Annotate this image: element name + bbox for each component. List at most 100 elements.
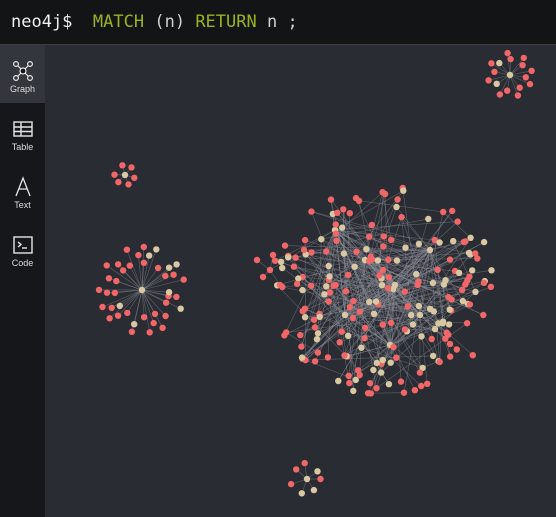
graph-node[interactable] bbox=[480, 311, 487, 319]
graph-node[interactable] bbox=[323, 248, 330, 255]
graph-node[interactable] bbox=[459, 286, 466, 294]
graph-node[interactable] bbox=[336, 339, 343, 346]
graph-node[interactable] bbox=[462, 238, 469, 245]
graph-node[interactable] bbox=[526, 80, 534, 88]
graph-node[interactable] bbox=[298, 354, 306, 361]
graph-node[interactable] bbox=[402, 244, 409, 251]
graph-node[interactable] bbox=[298, 343, 305, 350]
graph-node[interactable] bbox=[308, 208, 315, 215]
text-view-button[interactable]: Text bbox=[0, 161, 45, 219]
graph-node[interactable] bbox=[341, 311, 349, 319]
graph-node[interactable] bbox=[491, 68, 498, 75]
graph-node[interactable] bbox=[370, 310, 378, 317]
graph-node[interactable] bbox=[407, 311, 415, 319]
graph-node[interactable] bbox=[325, 298, 332, 305]
graph-node[interactable] bbox=[173, 293, 180, 301]
graph-node[interactable] bbox=[295, 275, 302, 282]
graph-node[interactable] bbox=[314, 349, 322, 356]
graph-node[interactable] bbox=[180, 276, 187, 283]
graph-node[interactable] bbox=[355, 367, 362, 374]
graph-node[interactable] bbox=[447, 353, 454, 360]
graph-node[interactable] bbox=[330, 282, 337, 289]
graph-node[interactable] bbox=[300, 246, 308, 254]
graph-node[interactable] bbox=[323, 283, 330, 290]
graph-node[interactable] bbox=[361, 335, 368, 342]
graph-node[interactable] bbox=[119, 162, 126, 169]
graph-node[interactable] bbox=[150, 319, 157, 327]
graph-node[interactable] bbox=[162, 312, 169, 320]
graph-node[interactable] bbox=[259, 273, 267, 281]
graph-node[interactable] bbox=[154, 264, 162, 272]
graph-node[interactable] bbox=[429, 352, 437, 360]
graph-node[interactable] bbox=[424, 380, 431, 387]
graph-node[interactable] bbox=[124, 309, 131, 317]
graph-view-button[interactable]: Graph bbox=[0, 45, 45, 103]
graph-node[interactable] bbox=[253, 256, 261, 264]
graph-node[interactable] bbox=[350, 387, 357, 395]
graph-node[interactable] bbox=[393, 203, 400, 211]
graph-node[interactable] bbox=[446, 256, 454, 263]
graph-node[interactable] bbox=[401, 288, 408, 295]
graph-node[interactable] bbox=[281, 242, 289, 249]
graph-node[interactable] bbox=[362, 324, 369, 331]
graph-node[interactable] bbox=[314, 330, 322, 337]
graph-node[interactable] bbox=[448, 296, 455, 303]
graph-node[interactable] bbox=[279, 264, 286, 272]
graph-node[interactable] bbox=[487, 283, 495, 290]
graph-node[interactable] bbox=[436, 239, 443, 246]
graph-node[interactable] bbox=[316, 313, 323, 321]
graph-node[interactable] bbox=[311, 358, 319, 365]
graph-node[interactable] bbox=[108, 304, 115, 311]
graph-node[interactable] bbox=[425, 215, 432, 223]
graph-node[interactable] bbox=[301, 314, 309, 321]
graph-node[interactable] bbox=[301, 236, 309, 244]
graph-node[interactable] bbox=[321, 291, 328, 298]
graph-node[interactable] bbox=[400, 389, 408, 396]
graph-node[interactable] bbox=[140, 314, 148, 321]
graph-node[interactable] bbox=[353, 248, 360, 255]
graph-node[interactable] bbox=[277, 258, 285, 266]
graph-node[interactable] bbox=[472, 250, 479, 257]
graph-node[interactable] bbox=[114, 261, 122, 268]
graph-node[interactable] bbox=[111, 289, 119, 297]
graph-node[interactable] bbox=[430, 308, 437, 315]
graph-node[interactable] bbox=[520, 54, 527, 62]
graph-node[interactable] bbox=[496, 91, 504, 98]
graph-node[interactable] bbox=[313, 336, 321, 343]
graph-node[interactable] bbox=[367, 390, 375, 397]
graph-node[interactable] bbox=[449, 207, 456, 215]
graph-node[interactable] bbox=[413, 270, 420, 278]
graph-node[interactable] bbox=[519, 62, 526, 69]
graph-node[interactable] bbox=[346, 304, 354, 311]
graph-node[interactable] bbox=[103, 289, 111, 296]
query-editor[interactable]: neo4j$ MATCH (n) RETURN n ; bbox=[11, 12, 298, 32]
graph-node[interactable] bbox=[378, 281, 386, 289]
graph-node[interactable] bbox=[281, 332, 288, 339]
graph-node[interactable] bbox=[333, 237, 340, 244]
graph-node[interactable] bbox=[366, 233, 373, 240]
graph-node[interactable] bbox=[128, 164, 135, 171]
graph-node[interactable] bbox=[466, 301, 474, 308]
graph-node[interactable] bbox=[400, 187, 407, 194]
graph-node[interactable] bbox=[121, 171, 129, 179]
graph-node[interactable] bbox=[378, 369, 385, 376]
graph-node[interactable] bbox=[385, 256, 392, 263]
graph-node[interactable] bbox=[326, 289, 334, 296]
graph-node[interactable] bbox=[301, 305, 309, 312]
graph-node[interactable] bbox=[339, 224, 346, 231]
graph-node[interactable] bbox=[285, 254, 292, 261]
graph-node[interactable] bbox=[393, 257, 401, 264]
graph-node[interactable] bbox=[434, 266, 441, 273]
graph-node[interactable] bbox=[170, 271, 177, 278]
graph-node[interactable] bbox=[318, 236, 325, 243]
graph-node[interactable] bbox=[125, 181, 132, 188]
graph-node[interactable] bbox=[384, 285, 392, 292]
graph-node[interactable] bbox=[106, 315, 113, 322]
graph-node[interactable] bbox=[453, 346, 460, 353]
graph-node[interactable] bbox=[380, 243, 387, 250]
graph-node[interactable] bbox=[385, 381, 393, 388]
graph-node[interactable] bbox=[446, 306, 453, 313]
graph-node[interactable] bbox=[516, 84, 523, 91]
graph-node[interactable] bbox=[376, 272, 383, 279]
graph-node[interactable] bbox=[346, 210, 353, 217]
